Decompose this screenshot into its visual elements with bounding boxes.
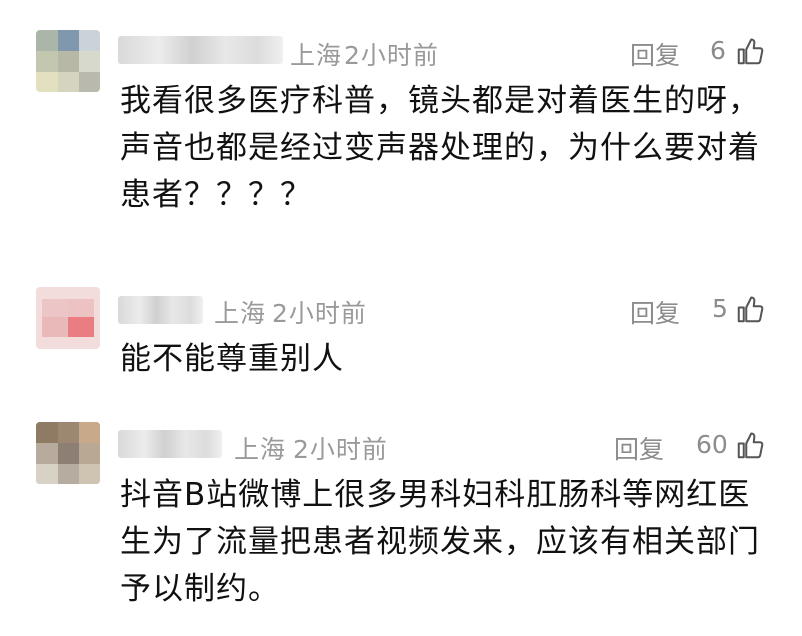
username-blurred[interactable] <box>118 296 203 324</box>
comment-time: 2小时前 <box>344 41 439 70</box>
username-blurred[interactable] <box>118 430 222 458</box>
reply-button[interactable]: 回复 <box>614 430 664 466</box>
comment-time: 2小时前 <box>272 299 367 328</box>
comment-item: 上海 2小时前 回复 5 能不能尊重别人 <box>0 230 802 400</box>
thumbs-up-icon[interactable] <box>735 431 765 461</box>
avatar[interactable] <box>36 287 100 349</box>
comment-location: 上海 <box>290 41 343 70</box>
comment-text: 抖音B站微博上很多男科妇科肛肠科等网红医生为了流量把患者视频发来，应该有相关部门… <box>120 477 760 607</box>
comment-location: 上海 <box>214 299 267 328</box>
like-count: 60 <box>696 430 728 459</box>
comment-item: 上海 2小时前 回复 60 抖音B站微博上很多男科妇科肛肠科等网红医生为了流量把… <box>0 400 802 636</box>
like-count: 6 <box>710 36 726 65</box>
comment-item: 上海 2小时前 回复 6 我看很多医疗科普，镜头都是对着医生的呀，声音也都是经过… <box>0 0 802 230</box>
comment-text: 能不能尊重别人 <box>120 341 344 377</box>
reply-button[interactable]: 回复 <box>630 294 680 330</box>
username-blurred[interactable] <box>118 36 283 64</box>
comment-text: 我看很多医疗科普，镜头都是对着医生的呀，声音也都是经过变声器处理的，为什么要对着… <box>120 83 760 213</box>
like-count: 5 <box>712 294 728 323</box>
comment-location: 上海 <box>234 435 287 464</box>
comment-time: 2小时前 <box>293 435 388 464</box>
thumbs-up-icon[interactable] <box>735 37 765 67</box>
avatar[interactable] <box>36 422 100 484</box>
thumbs-up-icon[interactable] <box>735 295 765 325</box>
avatar[interactable] <box>36 30 100 92</box>
reply-button[interactable]: 回复 <box>630 36 680 72</box>
